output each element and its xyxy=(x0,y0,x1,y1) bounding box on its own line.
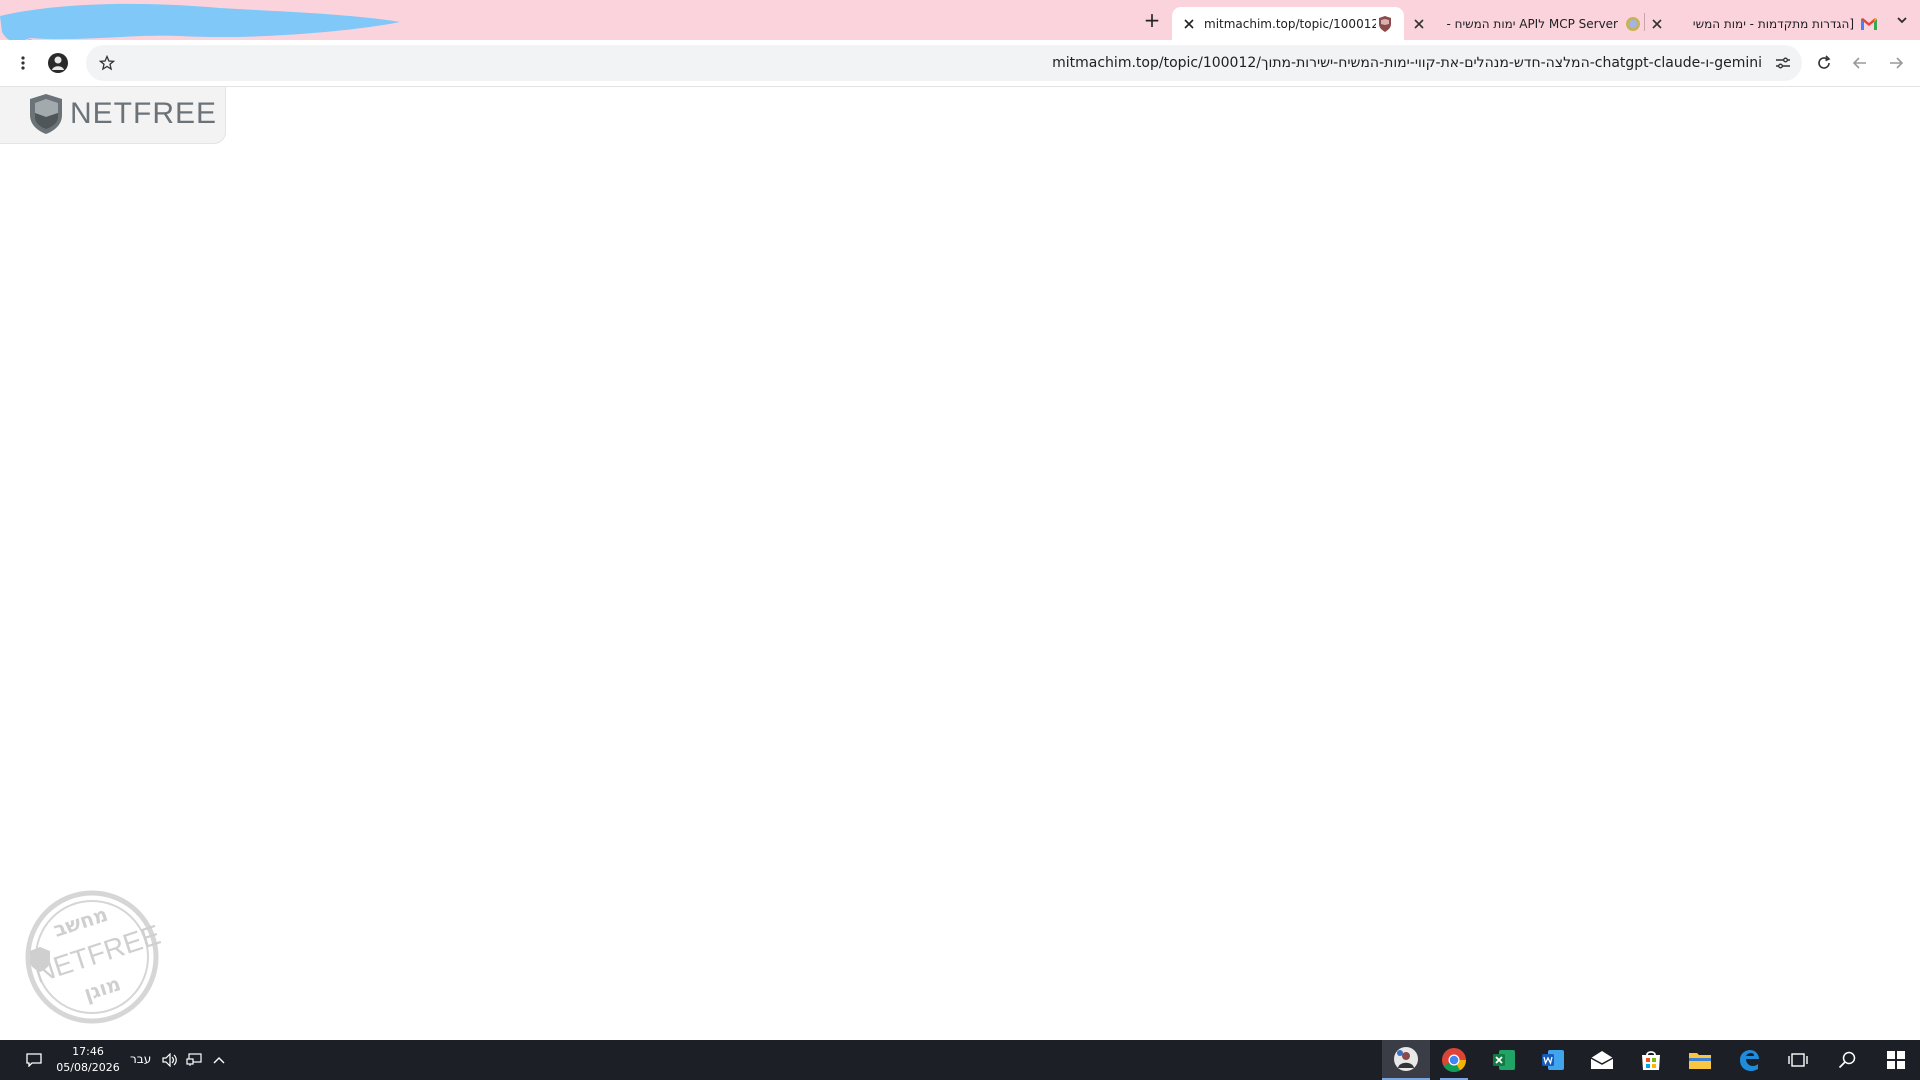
clock-time: 17:46 xyxy=(72,1045,104,1058)
tab-strip: [הגדרות מתקדמות - ימות המשי MCP Server ל… xyxy=(0,0,1920,42)
word-icon[interactable] xyxy=(1529,1040,1577,1080)
redaction-scribble xyxy=(0,3,400,42)
windows-taskbar: 17:46 05/08/2026 עבר xyxy=(0,1040,1920,1080)
tab-mcp[interactable]: MCP Server לAPI ימות המשיח - xyxy=(1410,7,1642,40)
netfree-logo-text: NETFREE xyxy=(70,97,218,130)
tab-mitmachim[interactable]: mitmachim.top/topic/100012/ך xyxy=(1172,7,1404,40)
close-icon[interactable] xyxy=(1410,15,1428,33)
profile-avatar[interactable] xyxy=(45,50,71,76)
file-explorer-icon[interactable] xyxy=(1676,1040,1724,1080)
netfree-logo-box: NETFREE xyxy=(0,87,226,144)
stamp-bottom-text: מוגן xyxy=(81,971,124,1005)
mail-icon[interactable] xyxy=(1578,1040,1626,1080)
tab-separator xyxy=(1644,13,1645,31)
page-content: NETFREE מחשב NETFREE מוגן xyxy=(0,87,1920,1040)
chrome-extension-icon xyxy=(1624,15,1642,33)
netfree-protected-stamp: מחשב NETFREE מוגן xyxy=(25,890,162,1024)
url-text[interactable]: mitmachim.top/topic/100012/המלצה-חדש-מנה… xyxy=(1052,45,1762,81)
menu-dots-icon[interactable] xyxy=(10,50,36,76)
edge-icon[interactable] xyxy=(1725,1040,1773,1080)
clock-date: 05/08/2026 xyxy=(56,1061,120,1074)
chevron-up-icon[interactable] xyxy=(209,1050,229,1070)
store-icon[interactable] xyxy=(1627,1040,1675,1080)
excel-icon[interactable] xyxy=(1480,1040,1528,1080)
language-indicator[interactable]: עבר xyxy=(130,1052,151,1066)
forward-arrow-icon[interactable] xyxy=(1847,50,1873,76)
url-host: mitmachim.top xyxy=(1052,55,1159,71)
netfree-app-icon[interactable] xyxy=(1382,1040,1430,1080)
volume-icon[interactable] xyxy=(160,1050,180,1070)
bookmark-star-icon[interactable] xyxy=(94,50,120,76)
reload-icon[interactable] xyxy=(1811,50,1837,76)
tab-list-button[interactable] xyxy=(1890,8,1914,32)
clock[interactable]: 17:46 05/08/2026 xyxy=(54,1044,122,1076)
close-icon[interactable] xyxy=(1648,15,1666,33)
close-icon[interactable] xyxy=(1180,15,1198,33)
address-bar[interactable]: mitmachim.top/topic/100012/המלצה-חדש-מנה… xyxy=(86,45,1802,81)
url-path: /topic/100012/המלצה-חדש-מנהלים-את-קווי-י… xyxy=(1158,55,1762,71)
gmail-icon xyxy=(1860,15,1878,33)
site-info-icon[interactable] xyxy=(1770,50,1796,76)
tab-title: [הגדרות מתקדמות - ימות המשי xyxy=(1692,16,1854,31)
browser-toolbar: mitmachim.top/topic/100012/המלצה-חדש-מנה… xyxy=(0,40,1920,87)
task-view-icon[interactable] xyxy=(1774,1040,1822,1080)
new-tab-button[interactable]: + xyxy=(1140,8,1164,32)
start-icon[interactable] xyxy=(1872,1040,1920,1080)
tab-title: mitmachim.top/topic/100012/ך xyxy=(1204,16,1376,31)
chrome-icon[interactable] xyxy=(1430,1040,1478,1080)
action-center-icon[interactable] xyxy=(24,1050,44,1070)
network-icon[interactable] xyxy=(184,1050,204,1070)
plus-icon: + xyxy=(1143,8,1161,32)
netfree-shield-icon xyxy=(30,94,62,134)
tab-gmail[interactable]: [הגדרות מתקדמות - ימות המשי xyxy=(1648,7,1878,40)
netfree-shield-icon xyxy=(1376,15,1394,33)
back-arrow-icon[interactable] xyxy=(1883,50,1909,76)
search-icon[interactable] xyxy=(1823,1040,1871,1080)
tab-title: MCP Server לAPI ימות המשיח - xyxy=(1446,16,1618,31)
screen: [הגדרות מתקדמות - ימות המשי MCP Server ל… xyxy=(0,0,1920,1080)
